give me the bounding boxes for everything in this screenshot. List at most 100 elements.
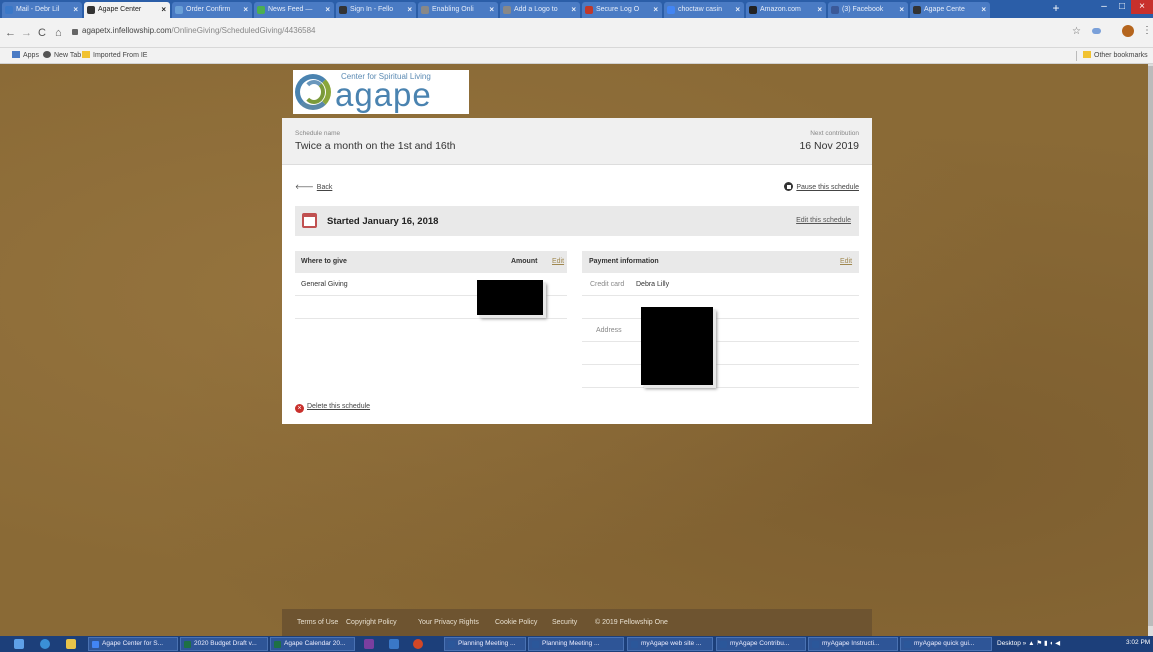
footer-copyright-link[interactable]: Copyright Policy	[346, 619, 397, 626]
browser-tab-mail[interactable]: Mail - Debr Lil ×	[2, 2, 82, 18]
browser-tab-enabling-online[interactable]: Enabling Onli ×	[418, 2, 498, 18]
folder-icon	[82, 51, 90, 58]
facebook-icon	[831, 6, 839, 14]
footer-cookie-link[interactable]: Cookie Policy	[495, 619, 537, 626]
extension-cloud-icon[interactable]	[1092, 28, 1101, 34]
pause-schedule-link[interactable]: Pause this schedule	[784, 182, 859, 191]
avatar[interactable]	[1122, 25, 1134, 37]
start-icon[interactable]	[14, 639, 24, 649]
browser-tab-strip: Mail - Debr Lil × Agape Center × Order Con…	[0, 0, 1153, 18]
edit-payment-link[interactable]: Edit	[840, 258, 852, 265]
browser-tab-news-feed[interactable]: News Feed — ×	[254, 2, 334, 18]
maximize-icon[interactable]: □	[1113, 0, 1131, 14]
new-tab-button[interactable]: +	[1049, 2, 1063, 16]
amazon-icon	[749, 6, 757, 14]
where-to-give-heading: Where to give	[301, 258, 347, 265]
tab-close-icon[interactable]: ×	[161, 2, 166, 18]
tab-close-icon[interactable]: ×	[735, 2, 740, 18]
browser-tab-order-confirm[interactable]: Order Confirm ×	[172, 2, 252, 18]
tab-close-icon[interactable]: ×	[817, 2, 822, 18]
card-holder-name: Debra Lilly	[636, 281, 670, 288]
clock[interactable]: 3:02 PM	[1126, 639, 1150, 646]
tab-close-icon[interactable]: ×	[653, 2, 658, 18]
scrollbar[interactable]	[1148, 64, 1153, 636]
amount-heading: Amount	[511, 258, 538, 265]
menu-dots-icon[interactable]: ⋮	[1142, 25, 1152, 36]
tab-close-icon[interactable]: ×	[73, 2, 78, 18]
taskbar-item-instructi[interactable]: myAgape Instructi...	[808, 637, 898, 651]
back-arrow-icon[interactable]: ←	[5, 27, 16, 39]
taskbar-item-calendar[interactable]: Agape Calendar 20...	[270, 637, 355, 651]
address-label: Address	[596, 327, 622, 334]
edit-give-link[interactable]: Edit	[552, 258, 564, 265]
system-tray[interactable]: Desktop » ▲ ⚑ ▮ ◖ ◀	[997, 639, 1060, 647]
browser-tab-facebook[interactable]: (3) Facebook ×	[828, 2, 908, 18]
page-footer: Terms of Use Copyright Policy Your Priva…	[282, 609, 872, 636]
bookmark-other[interactable]: Other bookmarks	[1083, 51, 1148, 59]
credit-card-label: Credit card	[590, 281, 625, 288]
bookmark-separator	[1076, 51, 1077, 61]
taskbar-item-web-site[interactable]: myAgape web site ...	[627, 637, 713, 651]
taskbar-item-planning-2[interactable]: Planning Meeting ...	[528, 637, 624, 651]
home-icon[interactable]: ⌂	[55, 27, 62, 39]
table-row-empty	[582, 296, 859, 319]
tab-close-icon[interactable]: ×	[243, 2, 248, 18]
footer-terms-link[interactable]: Terms of Use	[297, 619, 338, 626]
bookmark-imported-from-ie[interactable]: Imported From IE	[82, 51, 147, 59]
browser-tab-secure-log[interactable]: Secure Log O ×	[582, 2, 662, 18]
bookmark-apps[interactable]: Apps	[12, 51, 39, 59]
browser-tab-add-logo[interactable]: Add a Logo to ×	[500, 2, 580, 18]
reload-icon[interactable]: C	[38, 27, 46, 39]
delete-schedule-link[interactable]: × Delete this schedule	[295, 403, 370, 413]
minimize-icon[interactable]: –	[1095, 0, 1113, 14]
payment-information-panel: Payment information Edit Credit card Deb…	[582, 251, 859, 391]
browser-tab-choctaw[interactable]: choctaw casin ×	[664, 2, 744, 18]
next-contribution-date: 16 Nov 2019	[799, 140, 859, 152]
tab-close-icon[interactable]: ×	[981, 2, 986, 18]
powerpoint-icon[interactable]	[413, 639, 423, 649]
taskbar-item-planning-1[interactable]: Planning Meeting ...	[444, 637, 526, 651]
tab-close-icon[interactable]: ×	[407, 2, 412, 18]
back-arrow-icon: 🡐	[295, 184, 314, 191]
tab-close-icon[interactable]: ×	[325, 2, 330, 18]
browser-tab-agape-2[interactable]: Agape Cente ×	[910, 2, 990, 18]
url-field[interactable]: agapetx.infellowship.com/OnlineGiving/Sc…	[82, 26, 316, 35]
payment-heading: Payment information	[589, 258, 659, 265]
tab-close-icon[interactable]: ×	[571, 2, 576, 18]
taskbar-item-quick-gui[interactable]: myAgape quick gui...	[900, 637, 992, 651]
back-link[interactable]: 🡐 Back	[295, 182, 332, 191]
browser-tab-agape-active[interactable]: Agape Center ×	[84, 2, 170, 18]
internet-explorer-icon[interactable]	[40, 639, 50, 649]
next-contribution-label: Next contribution	[810, 130, 859, 137]
edit-schedule-link[interactable]: Edit this schedule	[796, 217, 851, 224]
footer-security-link[interactable]: Security	[552, 619, 577, 626]
forward-arrow-icon[interactable]: →	[21, 27, 32, 39]
redaction-box	[477, 280, 543, 315]
onenote-icon[interactable]	[364, 639, 374, 649]
desktop-toolbar[interactable]: Desktop	[997, 640, 1021, 647]
bookmark-star-icon[interactable]: ☆	[1072, 26, 1081, 37]
browser-tab-sign-in[interactable]: Sign In - Fello ×	[336, 2, 416, 18]
taskbar-item-contribu[interactable]: myAgape Contribu...	[716, 637, 806, 651]
taskbar-item-budget[interactable]: 2020 Budget Draft v...	[180, 637, 268, 651]
tab-close-icon[interactable]: ×	[489, 2, 494, 18]
started-bar: Started January 16, 2018 Edit this sched…	[295, 206, 859, 236]
apps-grid-icon	[12, 51, 20, 58]
word-icon	[720, 641, 727, 648]
outlook-icon[interactable]	[389, 639, 399, 649]
page-icon	[421, 6, 429, 14]
excel-icon	[184, 641, 191, 648]
footer-privacy-link[interactable]: Your Privacy Rights	[418, 619, 479, 626]
file-explorer-icon[interactable]	[66, 639, 76, 649]
agape-logo[interactable]: Center for Spiritual Living agape	[293, 70, 469, 114]
scrollbar-thumb[interactable]	[1148, 66, 1153, 626]
browser-tab-amazon[interactable]: Amazon.com ×	[746, 2, 826, 18]
fellowship-one-icon	[339, 6, 347, 14]
calendar-icon	[302, 213, 317, 228]
mail-icon	[5, 6, 13, 14]
bookmark-new-tab[interactable]: New Tab	[43, 51, 81, 59]
tab-close-icon[interactable]: ×	[899, 2, 904, 18]
taskbar-item-chrome[interactable]: Agape Center for S...	[88, 637, 178, 651]
close-window-icon[interactable]: ×	[1131, 0, 1153, 14]
news-icon	[257, 6, 265, 14]
